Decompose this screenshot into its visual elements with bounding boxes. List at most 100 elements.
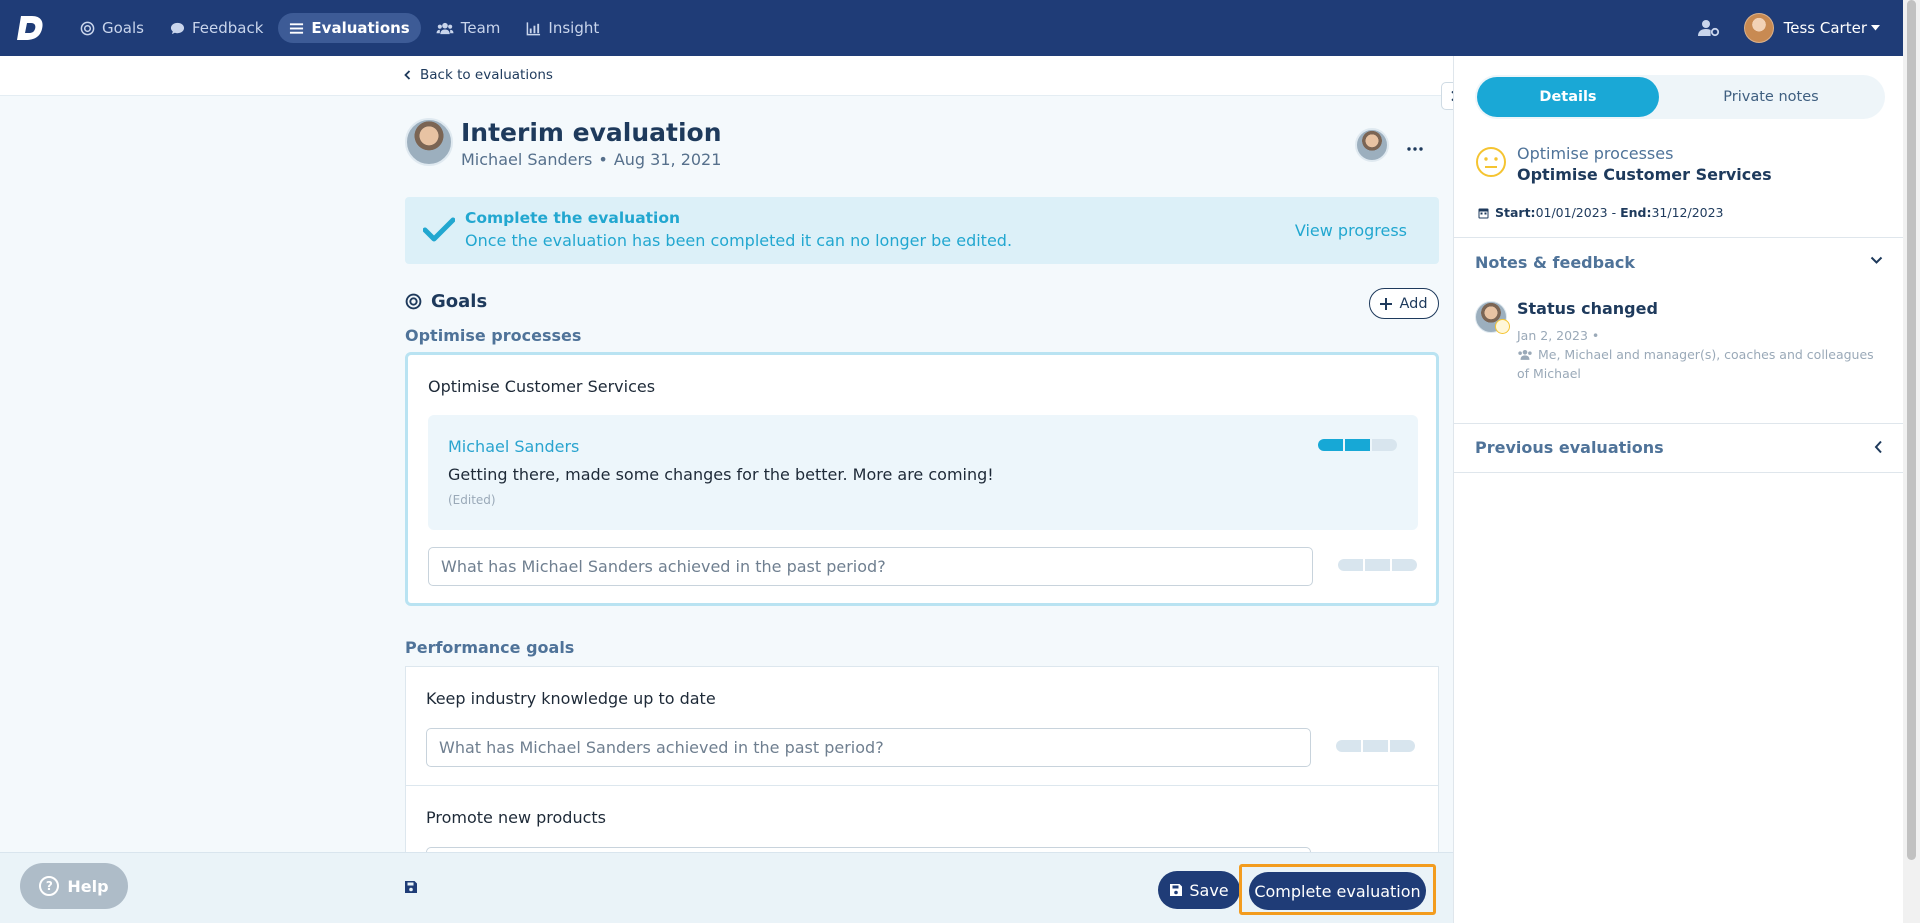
notes-feedback-header[interactable]: Notes & feedback: [1475, 253, 1635, 272]
goal-comment: Michael Sanders Getting there, made some…: [428, 415, 1418, 530]
note-visibility: Me, Michael and manager(s), coaches and …: [1517, 345, 1882, 383]
goal-name: Optimise Customer Services: [428, 377, 656, 396]
complete-evaluation-highlight: Complete evaluation: [1239, 864, 1436, 915]
user-avatar[interactable]: [1743, 13, 1774, 43]
employee-name: Michael Sanders: [461, 150, 593, 169]
add-goal-label: Add: [1399, 295, 1428, 312]
subtitle-separator: •: [598, 150, 608, 169]
nav-evaluations-label: Evaluations: [311, 19, 410, 37]
goal-card-optimise-customer-services: Optimise Customer Services Michael Sande…: [405, 352, 1439, 606]
add-goal-button[interactable]: Add: [1369, 288, 1439, 319]
user-name: Tess Carter: [1783, 19, 1867, 37]
nav-insight-label: Insight: [548, 19, 600, 37]
banner-text: Once the evaluation has been completed i…: [465, 231, 1013, 250]
goal-title: Optimise Customer Services: [1517, 165, 1772, 184]
main-content: Back to evaluations Interim evaluation M…: [0, 56, 1453, 923]
nav-evaluations[interactable]: Evaluations: [278, 13, 421, 43]
scrollbar-thumb[interactable]: [1907, 0, 1916, 860]
chevron-left-icon[interactable]: [1874, 440, 1883, 454]
status-smiley-badge: [1495, 319, 1510, 334]
complete-evaluation-button[interactable]: Complete evaluation: [1249, 872, 1426, 910]
evaluation-subtitle: Michael Sanders • Aug 31, 2021: [461, 150, 721, 169]
banner-title: Complete the evaluation: [465, 209, 681, 227]
nav-goals-label: Goals: [102, 19, 144, 37]
comment-author: Michael Sanders: [448, 437, 580, 456]
rating-selector[interactable]: [1338, 559, 1417, 571]
floppy-disk-icon: [1170, 884, 1183, 896]
save-button[interactable]: Save: [1158, 871, 1240, 909]
rating-selector[interactable]: [1336, 740, 1415, 752]
rating-segment: [1372, 439, 1397, 451]
target-icon: [80, 21, 95, 35]
rating-segment[interactable]: [1338, 559, 1363, 571]
employee-avatar: [405, 118, 453, 166]
goals-title: Goals: [431, 291, 488, 312]
bar-chart-icon: [527, 21, 541, 35]
rating-segment[interactable]: [1363, 740, 1388, 752]
note-date: Jan 2, 2023 •: [1517, 328, 1600, 343]
goal-category: Optimise processes: [1517, 144, 1674, 163]
neutral-face-icon: [1476, 147, 1506, 177]
goal-group-label: Optimise processes: [405, 326, 582, 345]
nav-team-label: Team: [460, 19, 501, 37]
date-separator: -: [1607, 205, 1621, 220]
evaluation-date: Aug 31, 2021: [613, 150, 722, 169]
rating-segment[interactable]: [1390, 740, 1415, 752]
chevron-left-icon: [404, 70, 411, 80]
note-title: Status changed: [1517, 299, 1658, 318]
target-icon: [405, 293, 422, 310]
back-to-evaluations-link[interactable]: Back to evaluations: [404, 67, 553, 83]
user-menu[interactable]: Tess Carter: [1784, 19, 1880, 37]
view-progress-link[interactable]: View progress: [1295, 221, 1407, 240]
date-range: Start:01/01/2023 - End:31/12/2023: [1495, 205, 1724, 220]
comment-text: Getting there, made some changes for the…: [448, 465, 994, 484]
calendar-icon: [1478, 208, 1489, 218]
comment-rating-bar: [1318, 439, 1397, 451]
achievement-input[interactable]: [426, 728, 1311, 767]
start-label: Start:: [1495, 205, 1536, 220]
list-icon: [290, 22, 304, 34]
app-logo[interactable]: [15, 12, 47, 44]
goal-card-keep-industry-knowledge: Keep industry knowledge up to date: [405, 666, 1439, 786]
user-area: Tess Carter: [1697, 0, 1880, 56]
users-icon: [436, 22, 454, 34]
divider: [1454, 237, 1904, 238]
bottom-action-bar: ? Help Save Complete evaluation: [0, 852, 1453, 923]
chevron-down-icon[interactable]: [1870, 256, 1883, 265]
nav-team[interactable]: Team: [425, 13, 512, 43]
nav-goals[interactable]: Goals: [69, 13, 155, 43]
goals-section-title: Goals: [405, 291, 487, 312]
tab-private-notes[interactable]: Private notes: [1659, 77, 1883, 117]
user-settings-icon[interactable]: [1697, 19, 1720, 37]
goal-name: Promote new products: [426, 808, 606, 827]
help-button[interactable]: ? Help: [20, 863, 128, 909]
previous-evaluations-header[interactable]: Previous evaluations: [1475, 438, 1664, 457]
page-scrollbar[interactable]: [1903, 0, 1920, 923]
complete-evaluation-banner: Complete the evaluation Once the evaluat…: [405, 197, 1439, 264]
goal-group-label: Performance goals: [405, 638, 575, 657]
end-date: 31/12/2023: [1651, 205, 1724, 220]
plus-icon: [1380, 297, 1393, 310]
note-visibility-text: Me, Michael and manager(s), coaches and …: [1517, 347, 1874, 381]
back-strip: Back to evaluations: [0, 56, 1453, 96]
nav-insight[interactable]: Insight: [515, 13, 610, 43]
tab-details[interactable]: Details: [1477, 77, 1659, 117]
caret-down-icon: [1871, 25, 1880, 31]
nav-feedback-label: Feedback: [191, 19, 264, 37]
rating-segment[interactable]: [1392, 559, 1417, 571]
back-link-label: Back to evaluations: [420, 67, 553, 83]
details-panel: Details Private notes Optimise processes…: [1453, 56, 1904, 923]
nav-feedback[interactable]: Feedback: [159, 13, 274, 43]
more-options-button[interactable]: [1407, 132, 1423, 156]
save-draft-icon[interactable]: [404, 880, 418, 894]
evaluator-avatar[interactable]: [1355, 128, 1389, 162]
help-label: Help: [67, 876, 109, 896]
checkmark-icon: [423, 217, 455, 242]
rating-segment[interactable]: [1365, 559, 1390, 571]
chat-bubble-icon: [170, 22, 185, 34]
divider: [1454, 472, 1904, 473]
achievement-input[interactable]: [428, 547, 1313, 586]
page-title: Interim evaluation: [461, 118, 722, 147]
end-label: End:: [1620, 205, 1652, 220]
rating-segment[interactable]: [1336, 740, 1361, 752]
